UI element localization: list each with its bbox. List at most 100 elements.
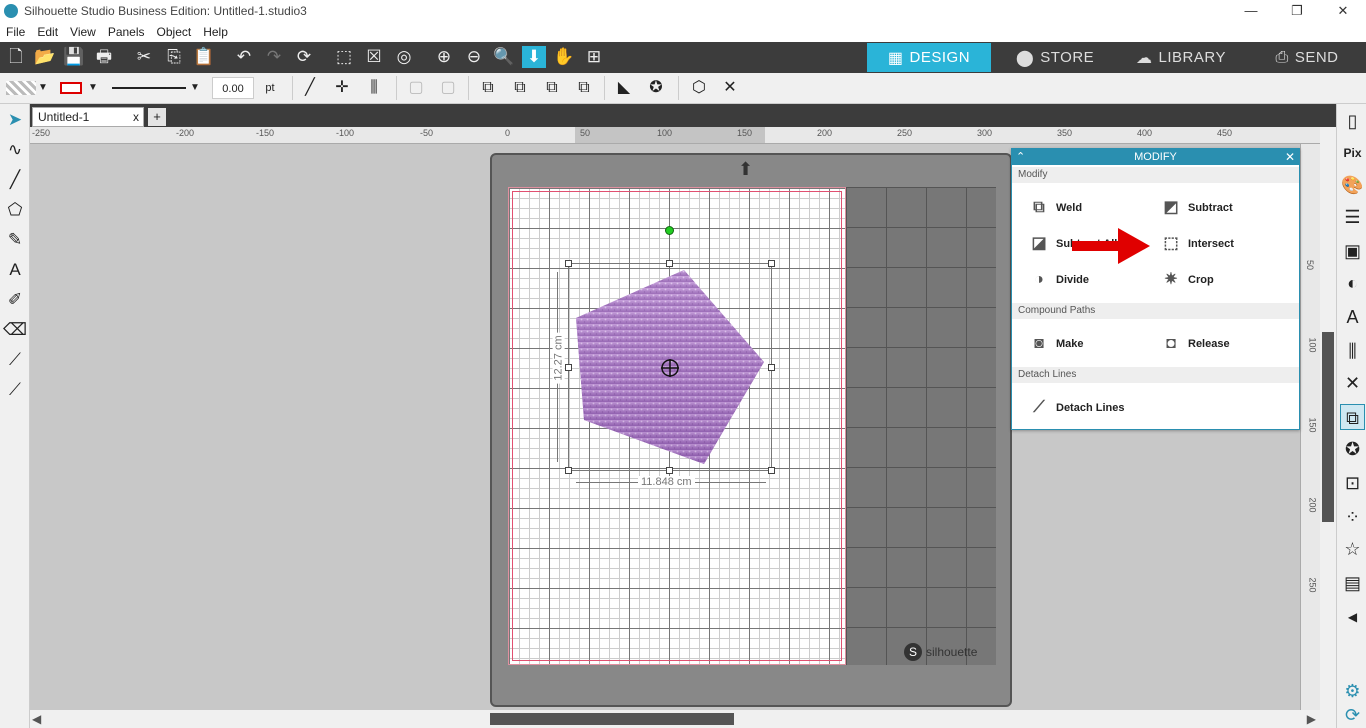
resize-handle[interactable]: [565, 467, 572, 474]
resize-handle[interactable]: [666, 260, 673, 267]
eraser-icon[interactable]: ⌫: [3, 317, 27, 343]
menu-object[interactable]: Object: [151, 25, 198, 39]
deselect-icon[interactable]: ☒: [362, 46, 386, 68]
favorites-star-icon[interactable]: ☆: [1340, 536, 1365, 562]
paste-icon[interactable]: 📋: [192, 46, 216, 68]
line-tool-icon[interactable]: ╱: [298, 77, 322, 99]
document-tab[interactable]: Untitled-1 x: [32, 107, 144, 127]
maximize-button[interactable]: ❐: [1274, 0, 1320, 22]
line-style-preview[interactable]: [112, 87, 186, 89]
bring-to-front-icon[interactable]: ⧉: [476, 77, 500, 99]
tab-send[interactable]: ⎙ SEND: [1245, 43, 1366, 72]
favorite-star-icon[interactable]: ✪: [644, 77, 668, 99]
line-color-swatch[interactable]: [60, 82, 82, 94]
make-compound-button[interactable]: ◙ Make: [1028, 335, 1083, 353]
weld-shape-icon[interactable]: ◣: [612, 77, 636, 99]
undo-icon[interactable]: ↶: [232, 46, 256, 68]
chevron-down-icon[interactable]: ▼: [188, 77, 202, 99]
tab-library[interactable]: ☁ LIBRARY: [1119, 43, 1243, 72]
menu-file[interactable]: File: [0, 25, 31, 39]
save-icon[interactable]: 💾: [62, 46, 86, 68]
text-style-icon[interactable]: A: [1340, 304, 1365, 330]
resize-handle[interactable]: [768, 260, 775, 267]
line-weight-input[interactable]: 0.00: [212, 77, 254, 99]
select-all-icon[interactable]: ⬚: [332, 46, 356, 68]
divide-button[interactable]: ◑ Divide: [1028, 271, 1089, 289]
delete-x-icon[interactable]: ✕: [718, 77, 742, 99]
resize-handle[interactable]: [666, 467, 673, 474]
collapse-caret-icon[interactable]: ⌃: [1016, 149, 1025, 165]
knife-icon[interactable]: ⟋: [3, 347, 27, 373]
chevron-down-icon[interactable]: ▼: [36, 77, 50, 99]
align-icon[interactable]: ⫼: [362, 77, 386, 99]
group-icon[interactable]: ▢: [404, 77, 428, 99]
open-folder-icon[interactable]: 📂: [33, 46, 57, 68]
menu-panels[interactable]: Panels: [102, 25, 151, 39]
drag-zoom-icon[interactable]: ⬇: [522, 46, 546, 68]
fit-to-page-icon[interactable]: ⊞: [582, 46, 606, 68]
edit-text-icon[interactable]: ✐: [3, 287, 27, 313]
point-edit-icon[interactable]: ∿: [3, 137, 27, 163]
collapse-arrow-icon[interactable]: ◀: [1340, 604, 1365, 630]
intersect-button[interactable]: ⬚ Intersect: [1160, 235, 1233, 253]
copy-icon[interactable]: ⎘: [162, 46, 186, 68]
fill-color-icon[interactable]: 🎨: [1340, 172, 1365, 198]
minimize-button[interactable]: —: [1228, 0, 1274, 22]
send-backward-icon[interactable]: ⧉: [572, 77, 596, 99]
horizontal-scrollbar[interactable]: ◀ ▶: [30, 710, 1336, 728]
crosshair-center-icon[interactable]: [660, 358, 680, 378]
subtract-button[interactable]: ◩ Subtract: [1160, 199, 1232, 217]
send-to-back-icon[interactable]: ⧉: [508, 77, 532, 99]
text-icon[interactable]: A: [3, 257, 27, 283]
polygon-icon[interactable]: ⬠: [3, 197, 27, 223]
menu-help[interactable]: Help: [197, 25, 234, 39]
zoom-select-icon[interactable]: 🔍: [492, 46, 516, 68]
page-setup-icon[interactable]: ▯: [1340, 108, 1365, 134]
pan-hand-icon[interactable]: ✋: [552, 46, 576, 68]
eyedropper-icon[interactable]: ⟋: [3, 377, 27, 403]
resize-handle[interactable]: [768, 364, 775, 371]
scrollbar-thumb[interactable]: [1322, 332, 1334, 522]
detach-lines-button[interactable]: ⟋ Detach Lines: [1028, 399, 1124, 417]
print-icon[interactable]: 🖶: [92, 46, 116, 68]
vertical-scrollbar[interactable]: [1320, 127, 1336, 710]
fill-pattern-swatch[interactable]: [6, 81, 36, 95]
scroll-right-icon[interactable]: ▶: [1307, 712, 1316, 726]
release-compound-button[interactable]: ◘ Release: [1160, 335, 1229, 353]
close-panel-icon[interactable]: ✕: [1285, 149, 1295, 165]
replicate-cube-icon[interactable]: ⬡: [686, 77, 712, 99]
zoom-out-icon[interactable]: ⊖: [462, 46, 486, 68]
select-by-color-icon[interactable]: ◎: [392, 46, 416, 68]
new-document-icon[interactable]: 🗋: [4, 46, 28, 68]
redo-icon[interactable]: ↷: [262, 46, 286, 68]
close-tab-icon[interactable]: x: [133, 108, 139, 126]
tab-design[interactable]: ▦ DESIGN: [867, 43, 991, 72]
modify-panel-icon[interactable]: ⧉: [1340, 404, 1365, 430]
crop-button[interactable]: ✷ Crop: [1160, 271, 1213, 289]
scrollbar-thumb[interactable]: [490, 713, 734, 725]
library-panel-icon[interactable]: ▤: [1340, 570, 1365, 596]
pixscan-icon[interactable]: Pix: [1340, 140, 1365, 166]
weld-button[interactable]: ⧉ Weld: [1028, 199, 1082, 217]
contrast-icon[interactable]: ◐: [1340, 270, 1365, 296]
sync-icon[interactable]: ⟳: [1340, 702, 1365, 728]
close-button[interactable]: ✕: [1320, 0, 1366, 22]
redraw-icon[interactable]: ⟳: [292, 46, 316, 68]
select-arrow-icon[interactable]: ➤: [3, 107, 27, 133]
resize-handle[interactable]: [768, 467, 775, 474]
chevron-down-icon[interactable]: ▼: [86, 77, 100, 99]
settings-gear-icon[interactable]: ⚙: [1340, 678, 1365, 704]
align-panel-icon[interactable]: ⫼: [1340, 338, 1365, 364]
trace-icon[interactable]: ⊡: [1340, 470, 1365, 496]
ungroup-icon[interactable]: ▢: [436, 77, 460, 99]
zoom-in-icon[interactable]: ⊕: [432, 46, 456, 68]
add-tab-button[interactable]: +: [148, 108, 166, 126]
bring-forward-icon[interactable]: ⧉: [540, 77, 564, 99]
image-effects-icon[interactable]: ▣: [1340, 238, 1365, 264]
resize-handle[interactable]: [565, 260, 572, 267]
sketch-dots-icon[interactable]: ⁘: [1340, 504, 1365, 530]
menu-edit[interactable]: Edit: [31, 25, 64, 39]
offset-star-icon[interactable]: ✪: [1340, 436, 1365, 462]
move-icon[interactable]: ✛: [330, 77, 354, 99]
scroll-left-icon[interactable]: ◀: [32, 712, 41, 726]
